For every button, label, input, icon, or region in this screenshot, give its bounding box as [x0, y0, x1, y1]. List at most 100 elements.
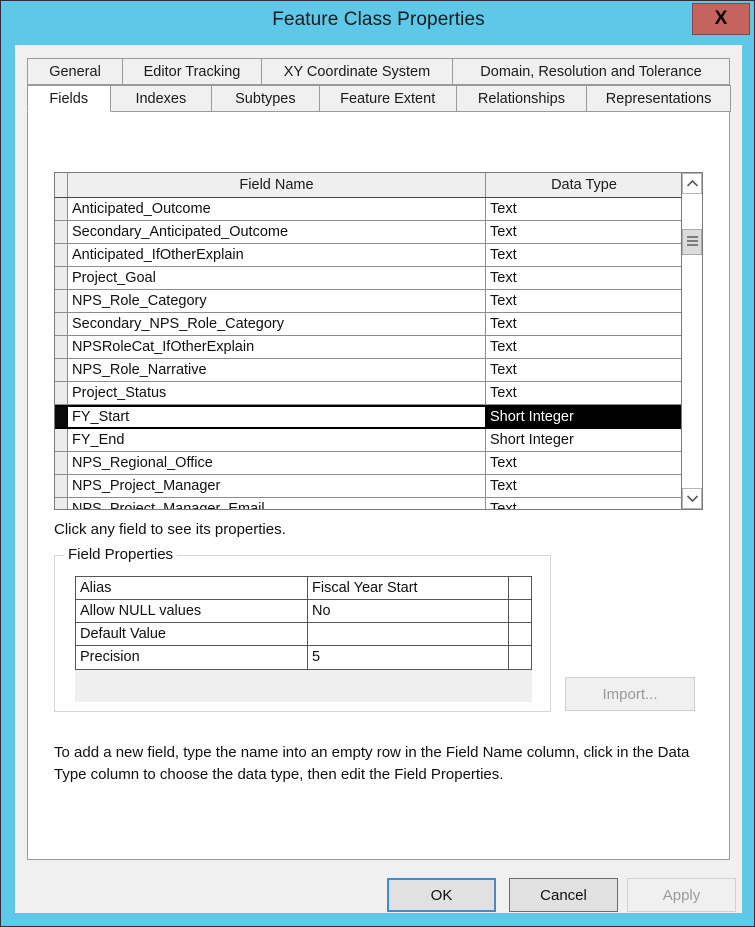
table-row[interactable]: NPSRoleCat_IfOtherExplain Text — [55, 336, 682, 359]
field-property-spacer — [509, 623, 531, 645]
field-name-cell[interactable]: Project_Goal — [68, 267, 486, 289]
data-type-cell[interactable]: Text — [486, 244, 682, 266]
data-type-cell[interactable]: Text — [486, 221, 682, 243]
tab-strip: General Editor Tracking XY Coordinate Sy… — [27, 58, 731, 112]
import-button[interactable]: Import... — [565, 677, 695, 711]
table-row[interactable]: FY_End Short Integer — [55, 429, 682, 452]
field-properties-group: Alias Fiscal Year Start Allow NULL values N… — [54, 555, 551, 712]
field-name-cell[interactable]: Project_Status — [68, 382, 486, 404]
field-property-row[interactable]: Default Value — [76, 623, 531, 646]
data-type-cell[interactable]: Text — [486, 336, 682, 358]
table-row[interactable]: NPS_Project_Manager_Email Text — [55, 498, 682, 509]
tab-row-2: Fields Indexes Subtypes Feature Extent R… — [27, 85, 731, 112]
tab-general[interactable]: General — [27, 58, 123, 85]
field-property-key: Allow NULL values — [76, 600, 308, 622]
field-name-cell[interactable]: NPS_Project_Manager — [68, 475, 486, 497]
table-row[interactable]: NPS_Role_Category Text — [55, 290, 682, 313]
tab-fields[interactable]: Fields — [27, 85, 111, 112]
tab-feature-extent[interactable]: Feature Extent — [318, 85, 457, 112]
field-property-value[interactable]: No — [308, 600, 509, 622]
field-name-cell[interactable]: FY_Start — [68, 407, 486, 427]
field-name-cell[interactable]: FY_End — [68, 429, 486, 451]
tab-editor-tracking[interactable]: Editor Tracking — [122, 58, 262, 85]
field-name-cell[interactable]: NPS_Regional_Office — [68, 452, 486, 474]
scrollbar-thumb[interactable] — [682, 229, 702, 255]
row-selector[interactable] — [55, 407, 68, 427]
row-selector[interactable] — [55, 267, 68, 289]
table-row[interactable]: Secondary_NPS_Role_Category Text — [55, 313, 682, 336]
row-selector[interactable] — [55, 452, 68, 474]
row-selector[interactable] — [55, 198, 68, 220]
table-row[interactable]: Secondary_Anticipated_Outcome Text — [55, 221, 682, 244]
row-selector[interactable] — [55, 336, 68, 358]
field-grid-rows: Field Name Data Type Anticipated_Outcome… — [55, 173, 682, 509]
field-grid[interactable]: Field Name Data Type Anticipated_Outcome… — [54, 172, 703, 510]
row-selector[interactable] — [55, 429, 68, 451]
row-selector[interactable] — [55, 244, 68, 266]
tab-row-1: General Editor Tracking XY Coordinate Sy… — [27, 58, 730, 85]
row-selector[interactable] — [55, 313, 68, 335]
field-property-key: Precision — [76, 646, 308, 669]
field-property-value[interactable] — [308, 623, 509, 645]
data-type-cell[interactable]: Text — [486, 198, 682, 220]
row-selector[interactable] — [55, 475, 68, 497]
table-row[interactable]: Anticipated_Outcome Text — [55, 198, 682, 221]
data-type-cell[interactable]: Short Integer — [486, 429, 682, 451]
field-name-cell[interactable]: NPS_Role_Category — [68, 290, 486, 312]
field-properties-label: Field Properties — [64, 546, 178, 563]
chevron-down-icon[interactable] — [682, 488, 702, 509]
row-selector[interactable] — [55, 359, 68, 381]
tab-xy-coordinate-system[interactable]: XY Coordinate System — [261, 58, 453, 85]
scroll-grip-icon — [687, 236, 698, 247]
field-name-cell[interactable]: Secondary_NPS_Role_Category — [68, 313, 486, 335]
row-selector[interactable] — [55, 498, 68, 509]
field-property-key: Default Value — [76, 623, 308, 645]
data-type-cell[interactable]: Text — [486, 498, 682, 509]
field-property-key: Alias — [76, 577, 308, 599]
row-selector[interactable] — [55, 221, 68, 243]
data-type-cell[interactable]: Text — [486, 359, 682, 381]
tab-representations[interactable]: Representations — [586, 85, 731, 112]
tab-domain-resolution-tolerance[interactable]: Domain, Resolution and Tolerance — [452, 58, 730, 85]
row-selector[interactable] — [55, 290, 68, 312]
dialog-button-row: OK Cancel Apply — [15, 865, 742, 913]
close-icon[interactable]: X — [692, 3, 750, 35]
row-selector[interactable] — [55, 382, 68, 404]
grid-vertical-scrollbar[interactable] — [681, 173, 702, 509]
data-type-cell[interactable]: Short Integer — [486, 407, 682, 427]
chevron-up-icon[interactable] — [682, 173, 702, 194]
column-header-field-name[interactable]: Field Name — [68, 173, 486, 197]
column-header-data-type[interactable]: Data Type — [486, 173, 682, 197]
field-property-row[interactable]: Precision 5 — [76, 646, 531, 669]
cancel-button[interactable]: Cancel — [509, 878, 618, 912]
data-type-cell[interactable]: Text — [486, 290, 682, 312]
field-property-row[interactable]: Allow NULL values No — [76, 600, 531, 623]
data-type-cell[interactable]: Text — [486, 475, 682, 497]
field-name-cell[interactable]: Secondary_Anticipated_Outcome — [68, 221, 486, 243]
table-row[interactable]: Anticipated_IfOtherExplain Text — [55, 244, 682, 267]
data-type-cell[interactable]: Text — [486, 452, 682, 474]
field-name-cell[interactable]: Anticipated_IfOtherExplain — [68, 244, 486, 266]
apply-button: Apply — [627, 878, 736, 912]
table-row[interactable]: NPS_Regional_Office Text — [55, 452, 682, 475]
ok-button[interactable]: OK — [387, 878, 496, 912]
field-property-spacer — [509, 577, 531, 599]
table-row[interactable]: NPS_Project_Manager Text — [55, 475, 682, 498]
data-type-cell[interactable]: Text — [486, 313, 682, 335]
table-row[interactable]: NPS_Role_Narrative Text — [55, 359, 682, 382]
field-property-row[interactable]: Alias Fiscal Year Start — [76, 577, 531, 600]
field-property-value[interactable]: 5 — [308, 646, 509, 669]
field-name-cell[interactable]: Anticipated_Outcome — [68, 198, 486, 220]
field-name-cell[interactable]: NPSRoleCat_IfOtherExplain — [68, 336, 486, 358]
field-property-value[interactable]: Fiscal Year Start — [308, 577, 509, 599]
table-row[interactable]: Project_Status Text — [55, 382, 682, 405]
tab-relationships[interactable]: Relationships — [455, 85, 588, 112]
tab-indexes[interactable]: Indexes — [109, 85, 213, 112]
table-row[interactable]: Project_Goal Text — [55, 267, 682, 290]
data-type-cell[interactable]: Text — [486, 267, 682, 289]
data-type-cell[interactable]: Text — [486, 382, 682, 404]
table-row[interactable]: FY_Start Short Integer — [55, 405, 682, 429]
field-name-cell[interactable]: NPS_Project_Manager_Email — [68, 498, 486, 509]
tab-subtypes[interactable]: Subtypes — [211, 85, 320, 112]
field-name-cell[interactable]: NPS_Role_Narrative — [68, 359, 486, 381]
